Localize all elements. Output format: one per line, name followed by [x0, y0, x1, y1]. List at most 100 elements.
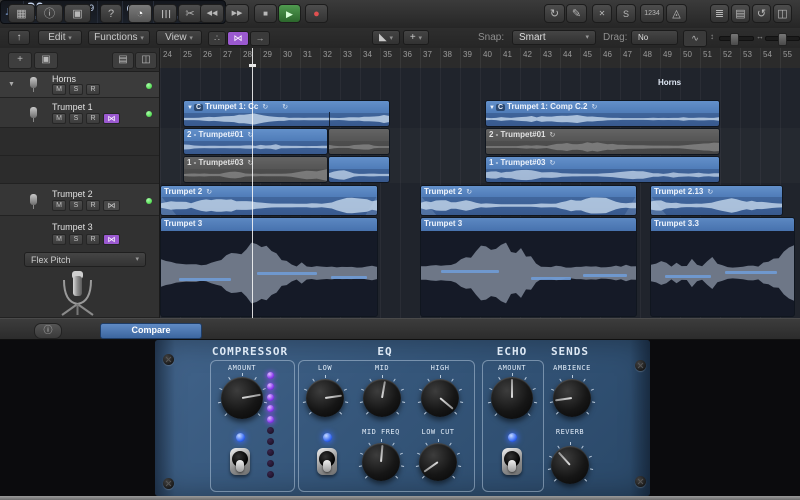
- quick-help-icon[interactable]: ?: [100, 4, 122, 23]
- audio-region-trumpet2-13[interactable]: Trumpet 2.13↻: [650, 185, 783, 216]
- panel-resize-handle[interactable]: [0, 496, 800, 500]
- eq-high-knob[interactable]: [421, 379, 459, 417]
- autopunch-icon[interactable]: ✎: [566, 4, 587, 23]
- library-icon[interactable]: ▦: [8, 4, 35, 23]
- echo-amount-knob[interactable]: [491, 377, 533, 419]
- solo-button[interactable]: S: [69, 84, 83, 95]
- flex-button[interactable]: ⋈: [103, 200, 120, 211]
- take-region-selected[interactable]: 1 - Trumpet#03↻: [485, 156, 720, 183]
- take-lane-header-2[interactable]: [0, 128, 159, 156]
- edit-menu[interactable]: Edit ▾: [38, 30, 82, 45]
- solo-button[interactable]: S: [69, 200, 83, 211]
- vertical-zoom-slider[interactable]: [719, 36, 754, 41]
- mute-button[interactable]: M: [52, 113, 66, 124]
- disclosure-triangle-icon[interactable]: ▼: [8, 81, 15, 88]
- metronome-icon[interactable]: ◬: [666, 4, 687, 23]
- horizontal-zoom-slider[interactable]: [765, 36, 800, 41]
- pitch-bar[interactable]: [441, 270, 499, 273]
- take-region-selected[interactable]: [328, 156, 390, 183]
- stop-button[interactable]: ■: [254, 4, 277, 23]
- take-region-selected[interactable]: 2 - Trumpet#01↻: [183, 128, 328, 155]
- bar-ruler[interactable]: 2425262728293031323334353637383940414243…: [160, 48, 800, 69]
- pitch-bar[interactable]: [725, 271, 777, 274]
- sends-ambience-knob[interactable]: [553, 379, 591, 417]
- audio-region-trumpet2[interactable]: Trumpet 2↻: [420, 185, 637, 216]
- track-name[interactable]: Trumpet 2: [52, 189, 93, 199]
- record-enable-button[interactable]: R: [86, 113, 100, 124]
- browsers-icon[interactable]: ◫: [773, 4, 792, 23]
- waveform-zoom-icon[interactable]: ∿: [683, 30, 707, 47]
- track-name[interactable]: Horns: [52, 74, 76, 84]
- editors-icon[interactable]: ✂: [178, 4, 202, 23]
- audio-region-trumpet2[interactable]: Trumpet 2↻: [160, 185, 378, 216]
- duplicate-track-button[interactable]: ▣: [34, 52, 58, 69]
- take-region-unselected[interactable]: 2 - Trumpet#01↻: [485, 128, 720, 155]
- mute-button[interactable]: M: [52, 84, 66, 95]
- functions-menu[interactable]: Functions ▾: [88, 30, 150, 45]
- eq-low-knob[interactable]: [306, 379, 344, 417]
- drag-dropdown[interactable]: No Overlap: [631, 30, 678, 45]
- toolbar-icon[interactable]: ▣: [64, 4, 91, 23]
- list-editors-icon[interactable]: ≣: [710, 4, 729, 23]
- record-button[interactable]: ●: [305, 4, 328, 23]
- track-zoom-button[interactable]: ◫: [135, 52, 157, 69]
- take-folder-region[interactable]: ▼CTrumpet 1: Cc↻↻: [183, 100, 390, 127]
- count-in-icon[interactable]: 1234: [640, 4, 664, 23]
- smart-controls-icon[interactable]: ◔: [128, 4, 152, 23]
- record-enable-button[interactable]: R: [86, 84, 100, 95]
- tracks-arrange-area[interactable]: Horns ▼CTrumpet 1: Cc↻↻ ▼CTrumpet 1: Com…: [160, 68, 800, 318]
- flex-pitch-region-trumpet3[interactable]: Trumpet 3: [160, 217, 378, 317]
- pitch-bar[interactable]: [583, 274, 627, 277]
- pitch-bar[interactable]: [331, 276, 367, 279]
- solo-mode-icon[interactable]: S: [616, 4, 636, 23]
- track-header-horns[interactable]: ▼ Horns M S R: [0, 72, 159, 98]
- pitch-bar[interactable]: [665, 275, 711, 278]
- flex-icon[interactable]: ⋈: [227, 31, 249, 46]
- replace-icon[interactable]: ✕: [592, 4, 612, 23]
- compressor-amount-knob[interactable]: [221, 377, 263, 419]
- mute-button[interactable]: M: [52, 234, 66, 245]
- eq-mid-knob[interactable]: [363, 379, 401, 417]
- record-enable-button[interactable]: R: [86, 234, 100, 245]
- note-pads-icon[interactable]: ▤: [731, 4, 750, 23]
- track-header-trumpet-1[interactable]: Trumpet 1 M S R ⋈: [0, 98, 159, 128]
- eq-midfreq-knob[interactable]: [362, 443, 400, 481]
- track-name[interactable]: Trumpet 1: [52, 102, 93, 112]
- mute-button[interactable]: M: [52, 200, 66, 211]
- take-region-unselected[interactable]: [328, 128, 390, 155]
- solo-button[interactable]: S: [69, 113, 83, 124]
- catch-playhead-icon[interactable]: →: [250, 31, 270, 46]
- track-name[interactable]: Trumpet 3: [52, 222, 93, 232]
- pointer-tool-menu[interactable]: ◣ ▾: [372, 30, 400, 45]
- automation-icon[interactable]: ∴: [208, 31, 226, 46]
- cycle-icon[interactable]: ↻: [544, 4, 565, 23]
- pitch-bar[interactable]: [257, 272, 317, 275]
- command-click-tool-menu[interactable]: + ▾: [403, 30, 429, 45]
- playhead[interactable]: [252, 48, 253, 318]
- solo-button[interactable]: S: [69, 234, 83, 245]
- take-region-unselected[interactable]: 1 - Trumpet#03↻: [183, 156, 328, 183]
- track-header-trumpet-3[interactable]: Trumpet 3 M S R ⋈ Flex Pitch▾: [0, 216, 159, 318]
- flex-mode-dropdown[interactable]: Flex Pitch▾: [24, 252, 146, 267]
- snap-dropdown[interactable]: Smart▾: [512, 30, 596, 45]
- eq-lowcut-knob[interactable]: [419, 443, 457, 481]
- track-header-trumpet-2[interactable]: Trumpet 2 M S R ⋈: [0, 184, 159, 216]
- take-folder-region[interactable]: ▼CTrumpet 1: Comp C.2↻: [485, 100, 720, 127]
- compare-button[interactable]: Compare: [100, 323, 202, 339]
- rewind-button[interactable]: ◀◀: [200, 4, 224, 23]
- track-sort-button[interactable]: ▤: [112, 52, 134, 69]
- view-menu[interactable]: View ▾: [156, 30, 202, 45]
- flex-pitch-region-trumpet3[interactable]: Trumpet 3: [420, 217, 637, 317]
- play-button[interactable]: ▶: [278, 4, 301, 23]
- sends-reverb-knob[interactable]: [551, 446, 589, 484]
- forward-button[interactable]: ▶▶: [225, 4, 249, 23]
- take-lane-header-1[interactable]: [0, 156, 159, 184]
- eq-toggle-switch[interactable]: [314, 446, 340, 478]
- echo-toggle-switch[interactable]: [499, 446, 525, 478]
- flex-button[interactable]: ⋈: [103, 234, 120, 245]
- add-track-button[interactable]: +: [8, 52, 32, 69]
- mixer-icon[interactable]: ☰: [153, 4, 177, 23]
- pitch-bar[interactable]: [179, 278, 231, 281]
- hide-button[interactable]: ↑: [8, 30, 30, 45]
- inspector-icon[interactable]: ⓘ: [36, 4, 63, 23]
